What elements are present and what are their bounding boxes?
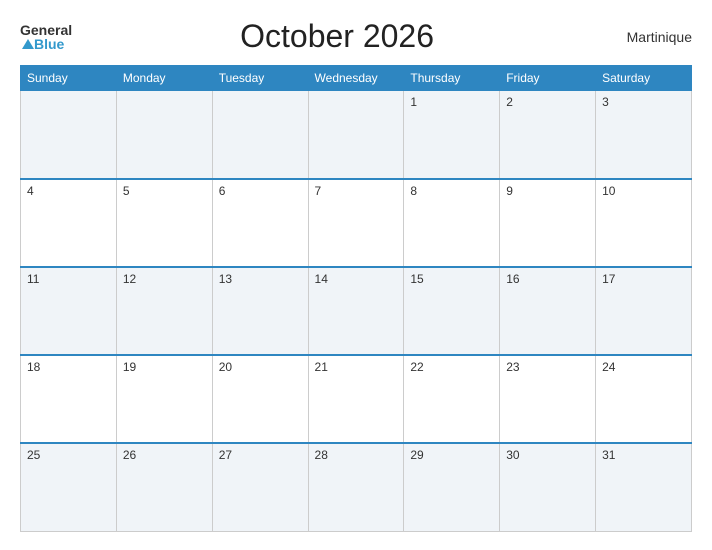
header: General Blue October 2026 Martinique [20, 18, 692, 55]
calendar-day-cell [21, 91, 117, 179]
calendar-day-cell: 22 [404, 355, 500, 443]
calendar-day-cell: 27 [212, 443, 308, 531]
calendar-day-cell: 11 [21, 267, 117, 355]
day-number: 20 [219, 360, 232, 374]
day-number: 30 [506, 448, 519, 462]
day-number: 2 [506, 95, 513, 109]
calendar-day-cell: 6 [212, 179, 308, 267]
header-tuesday: Tuesday [212, 66, 308, 91]
logo: General Blue [20, 23, 72, 51]
calendar-day-cell [212, 91, 308, 179]
calendar-day-cell: 8 [404, 179, 500, 267]
header-saturday: Saturday [596, 66, 692, 91]
calendar-day-cell: 23 [500, 355, 596, 443]
header-wednesday: Wednesday [308, 66, 404, 91]
day-number: 23 [506, 360, 519, 374]
day-number: 6 [219, 184, 226, 198]
day-number: 9 [506, 184, 513, 198]
day-number: 27 [219, 448, 232, 462]
day-number: 10 [602, 184, 615, 198]
calendar-day-cell: 3 [596, 91, 692, 179]
calendar-day-cell [116, 91, 212, 179]
day-number: 1 [410, 95, 417, 109]
calendar-week-row: 18 19 20 21 22 23 24 [21, 355, 692, 443]
calendar-day-cell: 1 [404, 91, 500, 179]
calendar-day-cell: 7 [308, 179, 404, 267]
day-number: 5 [123, 184, 130, 198]
calendar-week-row: 11 12 13 14 15 16 17 [21, 267, 692, 355]
day-number: 8 [410, 184, 417, 198]
day-number: 24 [602, 360, 615, 374]
day-number: 18 [27, 360, 40, 374]
calendar-title: October 2026 [72, 18, 602, 55]
day-number: 3 [602, 95, 609, 109]
logo-general-text: General [20, 23, 72, 37]
day-number: 7 [315, 184, 322, 198]
calendar-page: General Blue October 2026 Martinique Sun… [0, 0, 712, 550]
day-number: 17 [602, 272, 615, 286]
day-number: 13 [219, 272, 232, 286]
day-number: 31 [602, 448, 615, 462]
location-label: Martinique [602, 29, 692, 45]
calendar-day-cell: 4 [21, 179, 117, 267]
logo-blue-text: Blue [34, 37, 64, 51]
calendar-day-cell: 29 [404, 443, 500, 531]
day-number: 15 [410, 272, 423, 286]
day-number: 28 [315, 448, 328, 462]
calendar-day-cell: 26 [116, 443, 212, 531]
day-number: 22 [410, 360, 423, 374]
logo-triangle-icon [22, 39, 34, 49]
day-number: 25 [27, 448, 40, 462]
header-sunday: Sunday [21, 66, 117, 91]
day-number: 16 [506, 272, 519, 286]
calendar-day-cell: 14 [308, 267, 404, 355]
calendar-day-cell: 10 [596, 179, 692, 267]
calendar-day-cell [308, 91, 404, 179]
day-number: 4 [27, 184, 34, 198]
calendar-day-cell: 19 [116, 355, 212, 443]
calendar-day-cell: 9 [500, 179, 596, 267]
day-number: 11 [27, 272, 39, 286]
day-number: 19 [123, 360, 136, 374]
day-number: 21 [315, 360, 328, 374]
header-thursday: Thursday [404, 66, 500, 91]
calendar-week-row: 4 5 6 7 8 9 10 [21, 179, 692, 267]
day-number: 12 [123, 272, 136, 286]
calendar-day-cell: 28 [308, 443, 404, 531]
day-number: 26 [123, 448, 136, 462]
calendar-week-row: 1 2 3 [21, 91, 692, 179]
calendar-day-cell: 31 [596, 443, 692, 531]
calendar-day-cell: 13 [212, 267, 308, 355]
calendar-day-cell: 25 [21, 443, 117, 531]
calendar-day-cell: 15 [404, 267, 500, 355]
calendar-day-cell: 12 [116, 267, 212, 355]
calendar-day-cell: 20 [212, 355, 308, 443]
day-number: 14 [315, 272, 328, 286]
calendar-day-cell: 24 [596, 355, 692, 443]
calendar-day-cell: 2 [500, 91, 596, 179]
header-monday: Monday [116, 66, 212, 91]
calendar-day-cell: 21 [308, 355, 404, 443]
header-friday: Friday [500, 66, 596, 91]
calendar-day-cell: 18 [21, 355, 117, 443]
weekday-header-row: Sunday Monday Tuesday Wednesday Thursday… [21, 66, 692, 91]
calendar-day-cell: 16 [500, 267, 596, 355]
calendar-day-cell: 30 [500, 443, 596, 531]
calendar-week-row: 25 26 27 28 29 30 31 [21, 443, 692, 531]
calendar-day-cell: 5 [116, 179, 212, 267]
calendar-table: Sunday Monday Tuesday Wednesday Thursday… [20, 65, 692, 532]
calendar-day-cell: 17 [596, 267, 692, 355]
day-number: 29 [410, 448, 423, 462]
